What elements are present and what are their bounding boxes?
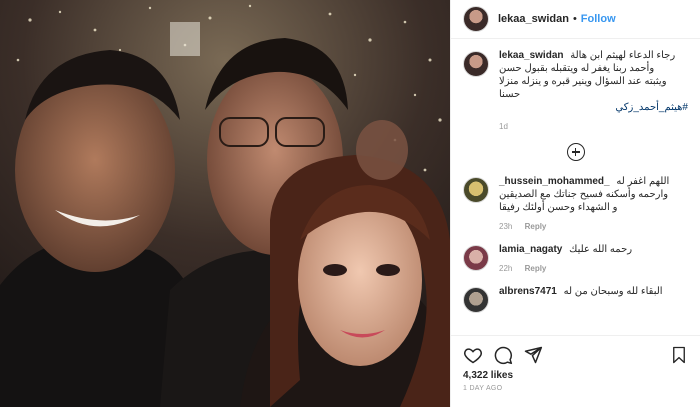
list-item: lamia_nagaty رحمه الله عليك 22h Reply — [463, 243, 688, 273]
post-actions-panel: 4,322 likes 1 DAY AGO — [451, 335, 700, 407]
post-header: lekaa_swidan • Follow — [451, 0, 700, 39]
avatar[interactable] — [463, 177, 489, 203]
caption-hashtag[interactable]: #هيثم_أحمد_زكي — [615, 102, 688, 113]
avatar[interactable] — [463, 6, 489, 32]
load-more-icon[interactable] — [566, 143, 585, 161]
follow-button[interactable]: Follow — [581, 13, 616, 25]
list-item: _hussein_mohammed_ اللهم اغفر له وارحمه … — [463, 175, 688, 231]
selfie-image — [0, 0, 450, 407]
reply-button[interactable]: Reply — [525, 264, 547, 273]
heart-icon[interactable] — [463, 345, 483, 365]
instagram-post: lekaa_swidan • Follow lekaa_swidan رجاء … — [0, 0, 700, 407]
comment-time: 22h — [499, 264, 513, 273]
avatar[interactable] — [463, 287, 489, 313]
author-username[interactable]: lekaa_swidan — [498, 13, 569, 25]
avatar[interactable] — [463, 51, 489, 77]
post-date: 1 DAY AGO — [463, 385, 503, 392]
caption-time: 1d — [499, 122, 508, 131]
caption-username[interactable]: lekaa_swidan — [499, 50, 563, 61]
share-icon[interactable] — [523, 345, 543, 365]
caption: lekaa_swidan رجاء الدعاء لهيثم ابن هالة … — [463, 49, 688, 131]
action-bar — [463, 344, 688, 366]
comments-list[interactable]: lekaa_swidan رجاء الدعاء لهيثم ابن هالة … — [451, 39, 700, 335]
comment-username[interactable]: lamia_nagaty — [499, 244, 562, 255]
comment-username[interactable]: albrens7471 — [499, 286, 557, 297]
comment-text: البقاء لله وسبحان من له — [563, 286, 663, 297]
avatar[interactable] — [463, 245, 489, 271]
post-photo[interactable] — [0, 0, 450, 407]
list-item: albrens7471 البقاء لله وسبحان من له — [463, 285, 688, 313]
post-sidebar: lekaa_swidan • Follow lekaa_swidan رجاء … — [450, 0, 700, 407]
bookmark-icon[interactable] — [670, 345, 688, 365]
scroll-fade — [451, 321, 700, 335]
comment-text: رحمه الله عليك — [569, 244, 633, 255]
reply-button[interactable]: Reply — [525, 222, 547, 231]
comment-time: 23h — [499, 222, 513, 231]
comment-icon[interactable] — [493, 345, 513, 365]
separator-dot: • — [572, 13, 577, 25]
likes-count[interactable]: 4,322 likes — [463, 370, 688, 381]
load-more — [463, 143, 688, 161]
comment-username[interactable]: _hussein_mohammed_ — [499, 176, 610, 187]
